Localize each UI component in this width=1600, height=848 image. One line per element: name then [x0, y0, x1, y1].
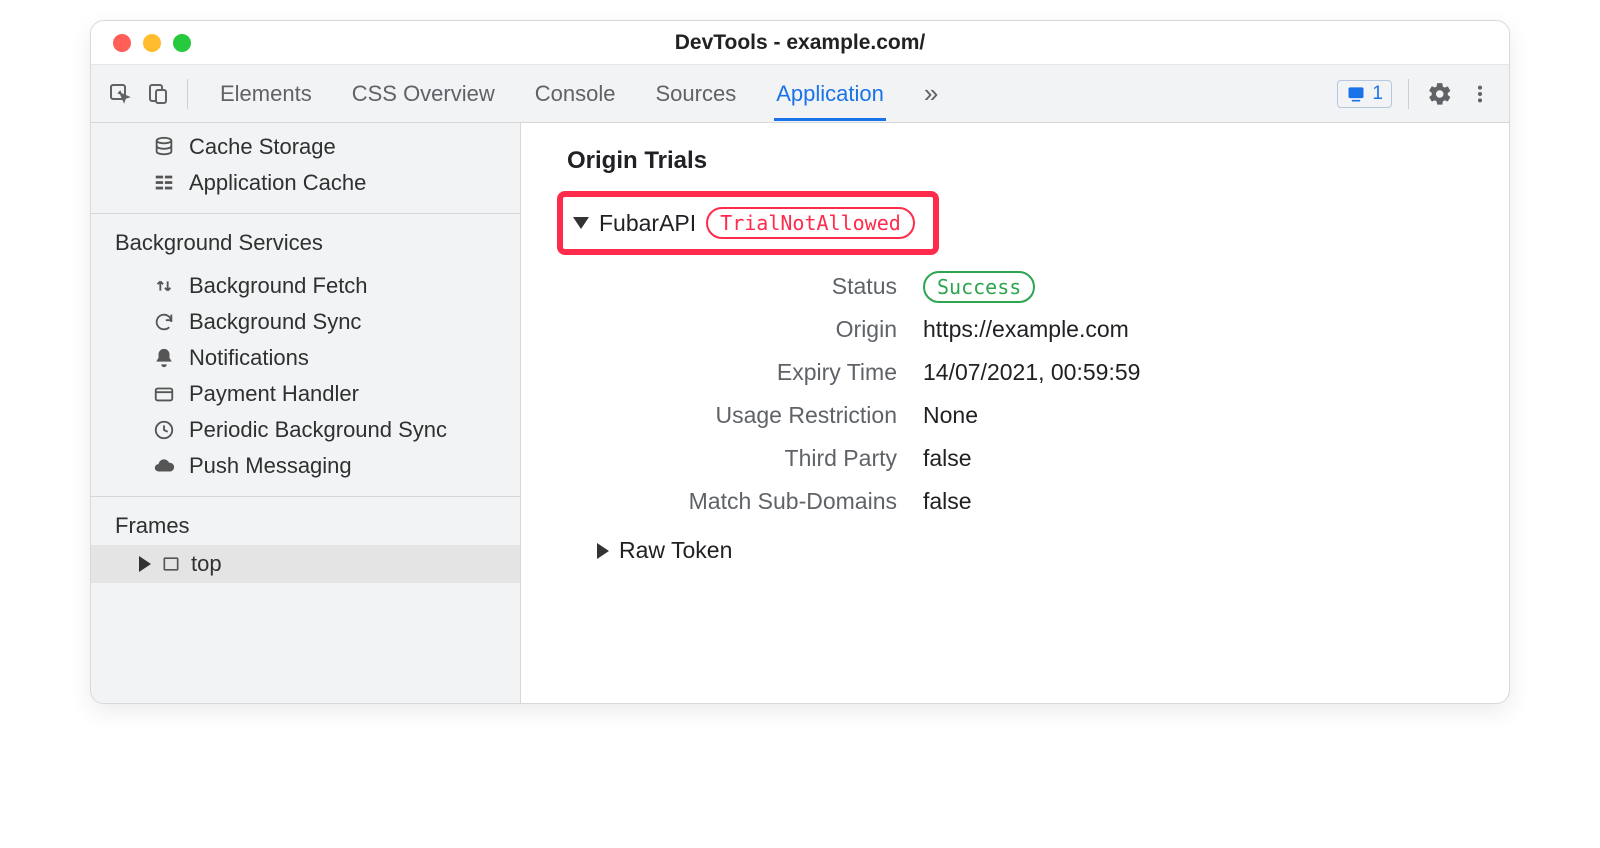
row-value: false: [923, 488, 1481, 515]
sidebar-item-label: Background Sync: [189, 309, 361, 335]
gear-icon[interactable]: [1425, 79, 1455, 109]
row-value: Success: [923, 273, 1481, 300]
tab-elements[interactable]: Elements: [218, 67, 314, 121]
divider: [1408, 79, 1409, 109]
sidebar-item-notifications[interactable]: Notifications: [91, 340, 520, 376]
sidebar-item-label: Periodic Background Sync: [189, 417, 447, 443]
section-heading: Origin Trials: [567, 147, 1481, 175]
sidebar-bg-section: Background Fetch Background Sync Notific…: [91, 262, 520, 490]
frame-label: top: [191, 551, 222, 577]
chevron-down-icon: [573, 217, 589, 229]
tab-console[interactable]: Console: [533, 67, 618, 121]
raw-token-label: Raw Token: [619, 537, 732, 564]
row-value: https://example.com: [923, 316, 1481, 343]
main-content: Origin Trials FubarAPI TrialNotAllowed S…: [521, 123, 1509, 703]
window-title: DevTools - example.com/: [675, 31, 926, 55]
devtools-toolbar: Elements CSS Overview Console Sources Ap…: [91, 65, 1509, 123]
bell-icon: [151, 347, 177, 369]
sidebar-item-label: Background Fetch: [189, 273, 368, 299]
close-icon[interactable]: [113, 34, 131, 52]
chevron-right-icon: [597, 543, 609, 559]
divider: [187, 79, 188, 109]
sidebar-item-application-cache[interactable]: Application Cache: [91, 165, 520, 201]
kebab-icon[interactable]: [1465, 79, 1495, 109]
sidebar-item-frame-top[interactable]: top: [91, 545, 520, 583]
tab-css-overview[interactable]: CSS Overview: [350, 67, 497, 121]
app-cache-icon: [151, 172, 177, 194]
sidebar-storage-section: Cache Storage Application Cache: [91, 123, 520, 207]
row-key: Origin: [597, 316, 897, 343]
titlebar: DevTools - example.com/: [91, 21, 1509, 65]
sync-icon: [151, 311, 177, 333]
divider: [91, 213, 520, 214]
row-value: false: [923, 445, 1481, 472]
sidebar-item-label: Payment Handler: [189, 381, 359, 407]
row-key: Status: [597, 273, 897, 300]
zoom-icon[interactable]: [173, 34, 191, 52]
application-sidebar: Cache Storage Application Cache Backgrou…: [91, 123, 521, 703]
raw-token-row[interactable]: Raw Token: [597, 537, 1481, 564]
row-key: Expiry Time: [597, 359, 897, 386]
issues-chip[interactable]: 1: [1337, 80, 1392, 108]
tab-application[interactable]: Application: [774, 67, 886, 121]
status-badge: Success: [923, 271, 1035, 303]
database-icon: [151, 136, 177, 158]
row-value: None: [923, 402, 1481, 429]
sidebar-item-push-messaging[interactable]: Push Messaging: [91, 448, 520, 484]
toolbar-right: 1: [1337, 79, 1495, 109]
tab-sources[interactable]: Sources: [653, 67, 738, 121]
device-toggle-icon[interactable]: [143, 79, 173, 109]
cloud-icon: [151, 455, 177, 477]
sidebar-item-periodic-background-sync[interactable]: Periodic Background Sync: [91, 412, 520, 448]
sidebar-header-background-services: Background Services: [91, 220, 520, 262]
panel-tabs: Elements CSS Overview Console Sources Ap…: [218, 64, 940, 123]
row-value: 14/07/2021, 00:59:59: [923, 359, 1481, 386]
sidebar-item-background-fetch[interactable]: Background Fetch: [91, 268, 520, 304]
traffic-lights: [91, 34, 191, 52]
row-key: Usage Restriction: [597, 402, 897, 429]
sidebar-item-cache-storage[interactable]: Cache Storage: [91, 129, 520, 165]
clock-icon: [151, 419, 177, 441]
trial-status-badge: TrialNotAllowed: [706, 207, 915, 239]
chevron-right-icon: [139, 556, 151, 572]
sidebar-item-background-sync[interactable]: Background Sync: [91, 304, 520, 340]
inspect-icon[interactable]: [105, 79, 135, 109]
updown-icon: [151, 275, 177, 297]
issues-count: 1: [1372, 83, 1383, 105]
sidebar-item-label: Application Cache: [189, 170, 366, 196]
sidebar-item-payment-handler[interactable]: Payment Handler: [91, 376, 520, 412]
more-tabs-icon[interactable]: »: [922, 64, 940, 123]
sidebar-item-label: Push Messaging: [189, 453, 352, 479]
minimize-icon[interactable]: [143, 34, 161, 52]
frame-icon: [161, 554, 181, 574]
sidebar-header-frames: Frames: [91, 503, 520, 545]
trial-details-grid: Status Success Origin https://example.co…: [597, 273, 1481, 515]
row-key: Match Sub-Domains: [597, 488, 897, 515]
sidebar-item-label: Notifications: [189, 345, 309, 371]
row-key: Third Party: [597, 445, 897, 472]
trial-name: FubarAPI: [599, 210, 696, 237]
card-icon: [151, 383, 177, 405]
devtools-window: DevTools - example.com/ Elements CSS Ove…: [90, 20, 1510, 704]
sidebar-item-label: Cache Storage: [189, 134, 336, 160]
panel-body: Cache Storage Application Cache Backgrou…: [91, 123, 1509, 703]
origin-trial-row[interactable]: FubarAPI TrialNotAllowed: [557, 191, 939, 255]
divider: [91, 496, 520, 497]
